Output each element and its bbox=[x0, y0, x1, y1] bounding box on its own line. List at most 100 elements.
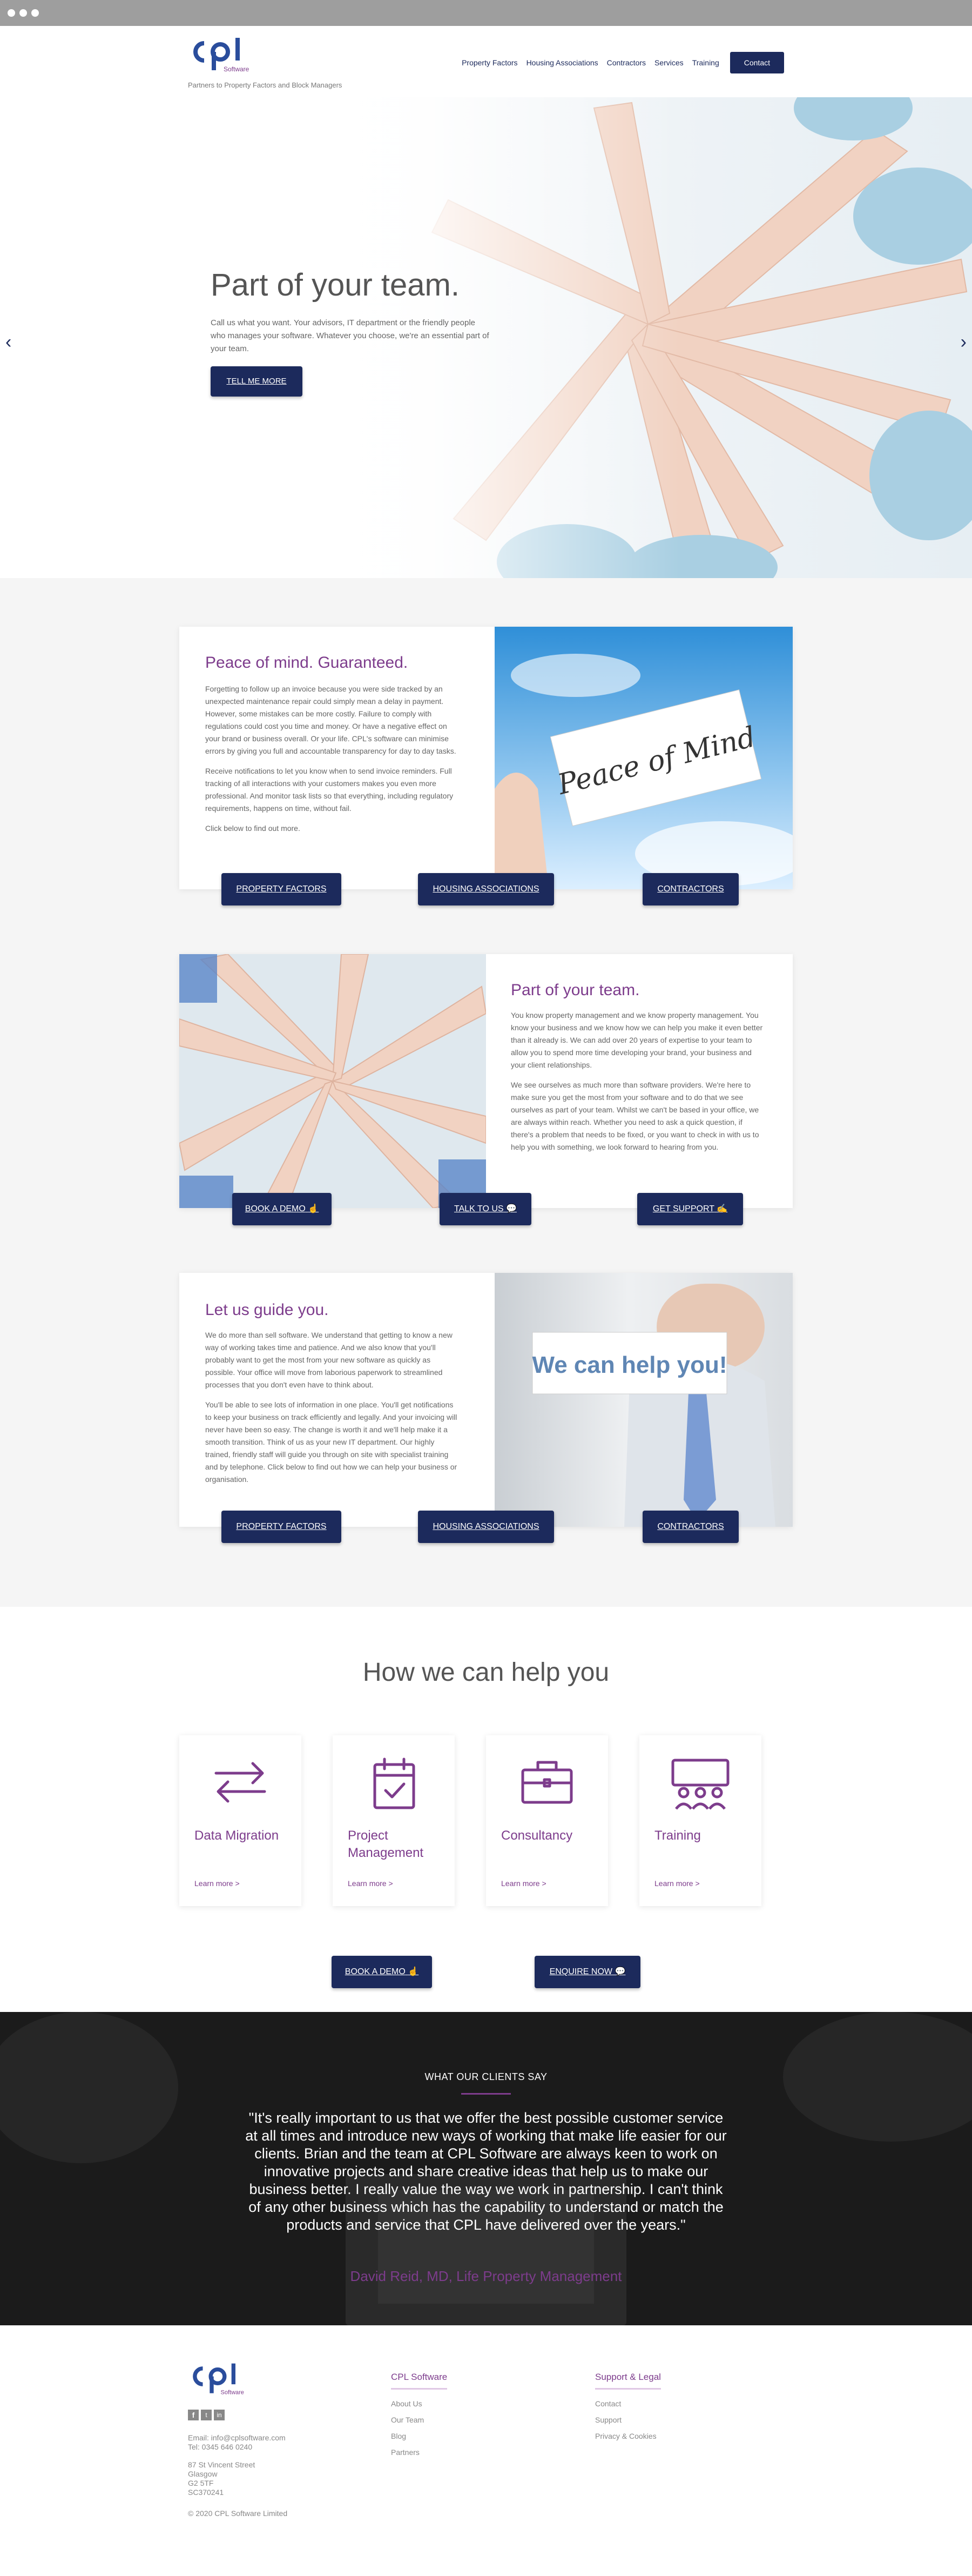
testimonial-author: David Reid, MD, Life Property Management bbox=[350, 2268, 622, 2284]
tell-me-more-button[interactable]: TELL ME MORE bbox=[211, 366, 302, 397]
team-hands-image bbox=[179, 954, 486, 1208]
learn-more-link[interactable]: Learn more > bbox=[501, 1879, 546, 1888]
window-dot bbox=[31, 9, 39, 17]
social-links: f t in bbox=[188, 2410, 225, 2420]
card-paragraph: Click below to find out more. bbox=[205, 824, 300, 833]
card-text: We do more than sell software. We unders… bbox=[205, 1329, 461, 1493]
twitter-icon[interactable]: t bbox=[201, 2410, 212, 2420]
label-underline bbox=[461, 2093, 511, 2095]
service-card-consultancy[interactable]: Consultancy Learn more > bbox=[486, 1735, 608, 1906]
footer-link-about[interactable]: About Us bbox=[391, 2399, 447, 2408]
testimonial-label: WHAT OUR CLIENTS SAY bbox=[424, 2071, 548, 2082]
contractors-button[interactable]: CONTRACTORS bbox=[643, 1511, 739, 1543]
button-label: ENQUIRE NOW bbox=[549, 1967, 613, 1976]
get-support-button[interactable]: GET SUPPORT ✍ bbox=[637, 1193, 743, 1225]
book-a-demo-button[interactable]: BOOK A DEMO ☝ bbox=[232, 1193, 332, 1225]
nav-services[interactable]: Services bbox=[654, 58, 684, 67]
housing-associations-button[interactable]: HOUSING ASSOCIATIONS bbox=[418, 873, 554, 905]
contact-button[interactable]: Contact bbox=[730, 52, 784, 73]
learn-more-link[interactable]: Learn more > bbox=[348, 1879, 393, 1888]
card-paragraph: We do more than sell software. We unders… bbox=[205, 1331, 453, 1389]
part-of-team-card: Part of your team. You know property man… bbox=[179, 954, 793, 1208]
nav-property-factors[interactable]: Property Factors bbox=[462, 58, 517, 67]
hero-title: Part of your team. bbox=[211, 267, 460, 303]
card-text: You know property management and we know… bbox=[511, 1009, 767, 1161]
card-paragraph: Forgetting to follow up an invoice becau… bbox=[205, 685, 456, 755]
calendar-check-icon bbox=[373, 1757, 415, 1809]
address-line: SC370241 bbox=[188, 2488, 224, 2497]
service-title: Data Migration bbox=[194, 1828, 279, 1843]
logo-sub: Software bbox=[224, 65, 249, 73]
browser-bar bbox=[0, 0, 972, 26]
talk-to-us-button[interactable]: TALK TO US 💬 bbox=[440, 1193, 531, 1225]
card-paragraph: You'll be able to see lots of informatio… bbox=[205, 1400, 457, 1484]
contact-details: Email: info@cplsoftware.com Tel: 0345 64… bbox=[188, 2433, 286, 2452]
card-paragraph: Receive notifications to let you know wh… bbox=[205, 767, 454, 813]
footer-link-blog[interactable]: Blog bbox=[391, 2432, 447, 2440]
cursor-click-icon: ☝ bbox=[408, 1967, 419, 1976]
footer-col-support: Support & Legal Contact Support Privacy … bbox=[595, 2372, 661, 2448]
button-label: TALK TO US bbox=[454, 1204, 504, 1213]
address-line: G2 5TF bbox=[188, 2479, 214, 2487]
footer-tel[interactable]: Tel: 0345 646 0240 bbox=[188, 2443, 286, 2452]
cpl-logo[interactable]: Software bbox=[188, 36, 253, 75]
footer-link-privacy[interactable]: Privacy & Cookies bbox=[595, 2432, 661, 2440]
briefcase-icon bbox=[521, 1761, 573, 1804]
testimonial-quote: "It's really important to us that we off… bbox=[245, 2110, 727, 2233]
footer-logo[interactable]: Software bbox=[188, 2358, 247, 2404]
chevron-right-icon[interactable]: › bbox=[961, 332, 967, 353]
card-text: Forgetting to follow up an invoice becau… bbox=[205, 683, 459, 842]
address-line: 87 St Vincent Street bbox=[188, 2460, 255, 2469]
footer-col-cpl: CPL Software About Us Our Team Blog Part… bbox=[391, 2372, 448, 2464]
button-label: BOOK A DEMO bbox=[345, 1967, 406, 1976]
nav-training[interactable]: Training bbox=[692, 58, 719, 67]
linkedin-icon[interactable]: in bbox=[214, 2410, 225, 2420]
peace-of-mind-image: Peace of Mind bbox=[495, 627, 793, 889]
hero-banner: Part of your team. Call us what you want… bbox=[0, 97, 972, 578]
peace-of-mind-card: Peace of mind. Guaranteed. Forgetting to… bbox=[179, 627, 793, 889]
chat-bubbles-icon: 💬 bbox=[506, 1204, 517, 1213]
footer-link-partners[interactable]: Partners bbox=[391, 2448, 447, 2457]
arrows-swap-icon bbox=[214, 1762, 266, 1803]
housing-associations-button[interactable]: HOUSING ASSOCIATIONS bbox=[418, 1511, 554, 1543]
service-title: Project Management bbox=[348, 1828, 424, 1860]
header-tagline: Partners to Property Factors and Block M… bbox=[188, 81, 342, 89]
footer-link-contact[interactable]: Contact bbox=[595, 2399, 661, 2408]
how-we-can-help-section: How we can help you Data Migration Learn… bbox=[0, 1607, 972, 2012]
footer-email[interactable]: Email: info@cplsoftware.com bbox=[188, 2433, 286, 2443]
card-title: Let us guide you. bbox=[205, 1301, 329, 1319]
learn-more-link[interactable]: Learn more > bbox=[654, 1879, 700, 1888]
handshake-icon: ✍ bbox=[717, 1204, 728, 1213]
property-factors-button[interactable]: PROPERTY FACTORS bbox=[221, 873, 341, 905]
footer-link-team[interactable]: Our Team bbox=[391, 2416, 447, 2424]
property-factors-button[interactable]: PROPERTY FACTORS bbox=[221, 1511, 341, 1543]
nav-housing-associations[interactable]: Housing Associations bbox=[526, 58, 598, 67]
footer-link-support[interactable]: Support bbox=[595, 2416, 661, 2424]
service-card-project-management[interactable]: Project Management Learn more > bbox=[333, 1735, 455, 1906]
section-title: How we can help you bbox=[362, 1658, 610, 1687]
nav-contractors[interactable]: Contractors bbox=[607, 58, 646, 67]
service-card-training[interactable]: Training Learn more > bbox=[639, 1735, 761, 1906]
window-dot bbox=[8, 9, 15, 17]
card-title: Part of your team. bbox=[511, 981, 640, 999]
button-label: BOOK A DEMO bbox=[245, 1204, 306, 1213]
service-title: Training bbox=[654, 1828, 701, 1843]
card-title: Peace of mind. Guaranteed. bbox=[205, 654, 408, 672]
contractors-button[interactable]: CONTRACTORS bbox=[643, 873, 739, 905]
facebook-icon[interactable]: f bbox=[188, 2410, 199, 2420]
learn-more-link[interactable]: Learn more > bbox=[194, 1879, 240, 1888]
card-paragraph: We see ourselves as much more than softw… bbox=[511, 1081, 759, 1151]
let-us-guide-card: Let us guide you. We do more than sell s… bbox=[179, 1273, 793, 1527]
features-section: Peace of mind. Guaranteed. Forgetting to… bbox=[0, 578, 972, 1607]
service-card-data-migration[interactable]: Data Migration Learn more > bbox=[179, 1735, 301, 1906]
chat-bubbles-icon: 💬 bbox=[615, 1967, 626, 1976]
site-footer: Software f t in Email: info@cplsoftware.… bbox=[0, 2325, 972, 2576]
book-a-demo-button[interactable]: BOOK A DEMO ☝ bbox=[332, 1956, 432, 1988]
logo-sub: Software bbox=[221, 2390, 244, 2396]
button-label: GET SUPPORT bbox=[652, 1204, 714, 1213]
cursor-click-icon: ☝ bbox=[308, 1204, 319, 1213]
footer-col-title: CPL Software bbox=[391, 2372, 448, 2390]
chevron-left-icon[interactable]: ‹ bbox=[5, 332, 11, 353]
service-title: Consultancy bbox=[501, 1828, 573, 1843]
enquire-now-button[interactable]: ENQUIRE NOW 💬 bbox=[535, 1956, 640, 1988]
